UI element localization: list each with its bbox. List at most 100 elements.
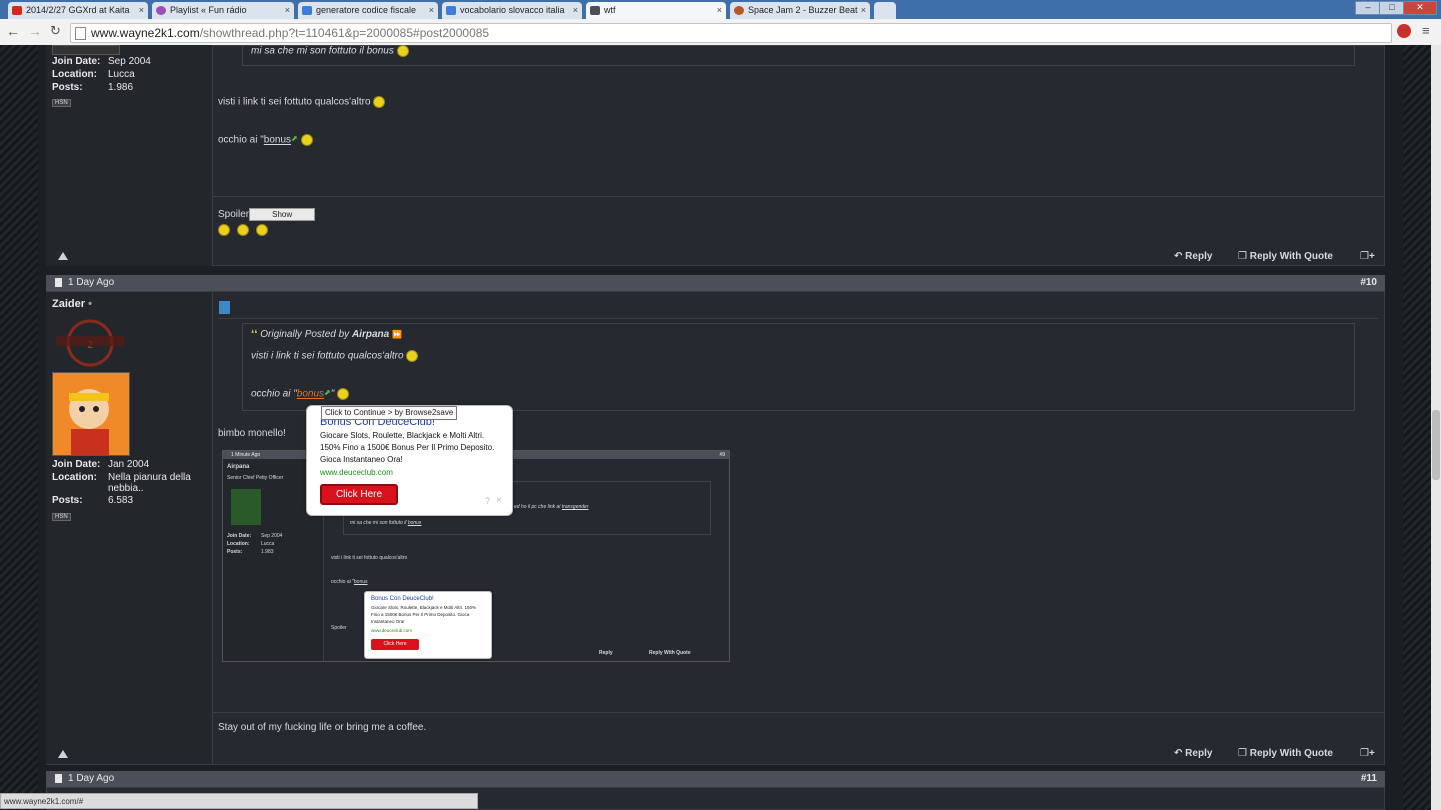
post-10-user-panel: Zaider • 2 Join Date: Jan 2004 Location:… [46, 292, 213, 764]
post-number[interactable]: #11 [1361, 771, 1377, 787]
quote-line: visti i link ti sei fottuto qualcos'altr… [251, 350, 404, 362]
post-11-header: 1 Day Ago #11 [46, 771, 1385, 787]
ad-body: Giocare Slots, Roulette, Blackjack e Mol… [320, 431, 495, 464]
menu-icon[interactable]: ≡ [1422, 23, 1430, 38]
bonus-link[interactable]: bonus [297, 389, 324, 400]
quote-icon: ❛❛ [251, 329, 258, 340]
reply-with-quote-button[interactable]: ❐ Reply With Quote [1238, 748, 1333, 759]
grin-smiley-icon [396, 45, 409, 57]
close-tab-icon[interactable]: × [285, 2, 290, 19]
join-date-label: Join Date: [52, 56, 101, 67]
close-tab-icon[interactable]: × [861, 2, 866, 19]
minimize-icon[interactable]: – [1355, 1, 1381, 15]
right-pattern [1403, 45, 1431, 810]
post-date: 1 Day Ago [68, 773, 115, 784]
reply-button[interactable]: ↶ Reply [1174, 748, 1212, 759]
reply-button[interactable]: ↶ Reply [1174, 251, 1212, 262]
url-path: /showthread.php?t=110461&p=2000085#post2… [199, 26, 490, 40]
close-tab-icon[interactable]: × [717, 2, 722, 19]
location-value: Lucca [108, 69, 135, 80]
google-icon [446, 6, 456, 15]
browser-tab-bar: 2014/2/27 GGXrd at Kaita × Playlist « Fu… [0, 0, 1441, 19]
join-date-value: Sep 2004 [108, 56, 151, 67]
post-10-header: 1 Day Ago #10 [46, 275, 1385, 291]
spoiler-show-button[interactable]: Show [249, 208, 316, 221]
close-tab-icon[interactable]: × [429, 2, 434, 19]
quote-author: Airpana [351, 329, 390, 340]
join-date-value: Jan 2004 [108, 459, 150, 470]
report-icon[interactable] [58, 750, 68, 758]
online-status-icon: • [88, 298, 92, 310]
radio-icon [156, 6, 166, 15]
signature-smileys [218, 224, 268, 236]
grin-smiley-icon [406, 350, 419, 362]
browser-tab-2[interactable]: Playlist « Fun rádio × [152, 2, 294, 19]
ad-tooltip: Click to Continue > by Browse2save [321, 406, 458, 420]
browser-tab-6[interactable]: Space Jam 2 - Buzzer Beat × [730, 2, 870, 19]
posts-value: 1.986 [108, 82, 134, 93]
adblock-icon[interactable] [1397, 24, 1411, 38]
scrollbar-thumb[interactable] [1432, 410, 1440, 480]
report-icon[interactable] [58, 252, 68, 260]
post-number[interactable]: #10 [1360, 275, 1377, 291]
ad-url[interactable]: www.deuceclub.com [320, 468, 393, 477]
window-close-icon[interactable]: ✕ [1403, 1, 1437, 15]
browser-tab-4[interactable]: vocabolario slovacco italia × [442, 2, 582, 19]
spoiler-label: Spoiler [218, 209, 250, 221]
post-9-actions: ↶ Reply ❐ Reply With Quote ❐+ [1170, 248, 1380, 266]
forward-icon[interactable]: → [28, 23, 42, 39]
close-tab-icon[interactable]: × [573, 2, 578, 19]
posts-label: Posts: [52, 495, 83, 506]
forum-icon [590, 6, 600, 15]
browser-tab-5-active[interactable]: wtf × [586, 2, 726, 19]
grin-smiley-icon [300, 134, 313, 146]
browser-status-bar: www.wayne2k1.com/# [0, 793, 478, 809]
signature-text: Stay out of my fucking life or bring me … [218, 722, 427, 733]
inner-ad-popup: Bonus Con DeuceClub! Giocare Slots, Roul… [364, 591, 492, 659]
signature-divider [213, 196, 1385, 197]
browser-tab-3[interactable]: generatore codice fiscale × [298, 2, 438, 19]
posts-value: 6.583 [108, 495, 134, 506]
left-pattern [0, 45, 38, 810]
ad-close-icon[interactable]: × [496, 495, 502, 506]
title-divider [218, 318, 1378, 319]
window-controls: – □ ✕ [1355, 1, 1437, 15]
post-10-quote: ❛❛ Originally Posted by Airpana ⏩ visti … [242, 323, 1355, 411]
message-line: visti i link ti sei fottuto qualcos'altr… [218, 96, 371, 108]
post-10-actions: ↶ Reply ❐ Reply With Quote ❐+ [1170, 745, 1380, 763]
reload-icon[interactable]: ↻ [50, 23, 61, 39]
guild-wars-emblem-icon: 2 [56, 319, 124, 367]
reply-with-quote-button[interactable]: ❐ Reply With Quote [1238, 251, 1333, 262]
cartoon-avatar-icon [53, 373, 129, 455]
google-icon [302, 6, 312, 15]
quote-text: mi sa che mi son fottuto il bonus [251, 45, 394, 57]
external-link-icon: ⬈ [291, 134, 298, 143]
page-icon [75, 27, 86, 40]
close-tab-icon[interactable]: × [139, 2, 144, 19]
basketball-icon [734, 6, 744, 15]
address-bar[interactable]: www.wayne2k1.com/showthread.php?t=110461… [70, 23, 1392, 43]
grin-smiley-icon [373, 96, 386, 108]
location-value: Nella pianura della nebbia.. [108, 472, 191, 494]
view-post-icon[interactable]: ⏩ [392, 330, 402, 339]
post-icon [55, 774, 62, 783]
browser-tab-1[interactable]: 2014/2/27 GGXrd at Kaita × [8, 2, 148, 19]
hsn-badge: HSN [52, 513, 71, 521]
avatar [52, 45, 120, 55]
new-tab-button[interactable] [874, 2, 896, 19]
maximize-icon[interactable]: □ [1379, 1, 1405, 15]
post-date: 1 Day Ago [68, 277, 115, 288]
cool-smiley-icon [236, 224, 249, 236]
multi-quote-icon[interactable]: ❐+ [1360, 251, 1375, 262]
back-icon[interactable]: ← [6, 23, 20, 39]
bonus-link[interactable]: bonus [264, 135, 291, 146]
ad-help-icon[interactable]: ? [485, 496, 490, 506]
ad-click-here-button[interactable]: Click Here [320, 484, 398, 505]
youtube-icon [12, 6, 22, 15]
username-link[interactable]: Zaider • [52, 298, 92, 310]
multi-quote-icon[interactable]: ❐+ [1360, 748, 1375, 759]
join-date-label: Join Date: [52, 459, 101, 470]
external-link-icon: ⬈ [324, 388, 331, 397]
location-label: Location: [52, 69, 97, 80]
ad-popup: Bonus Con DeuceClub! Giocare Slots, Roul… [306, 405, 513, 516]
